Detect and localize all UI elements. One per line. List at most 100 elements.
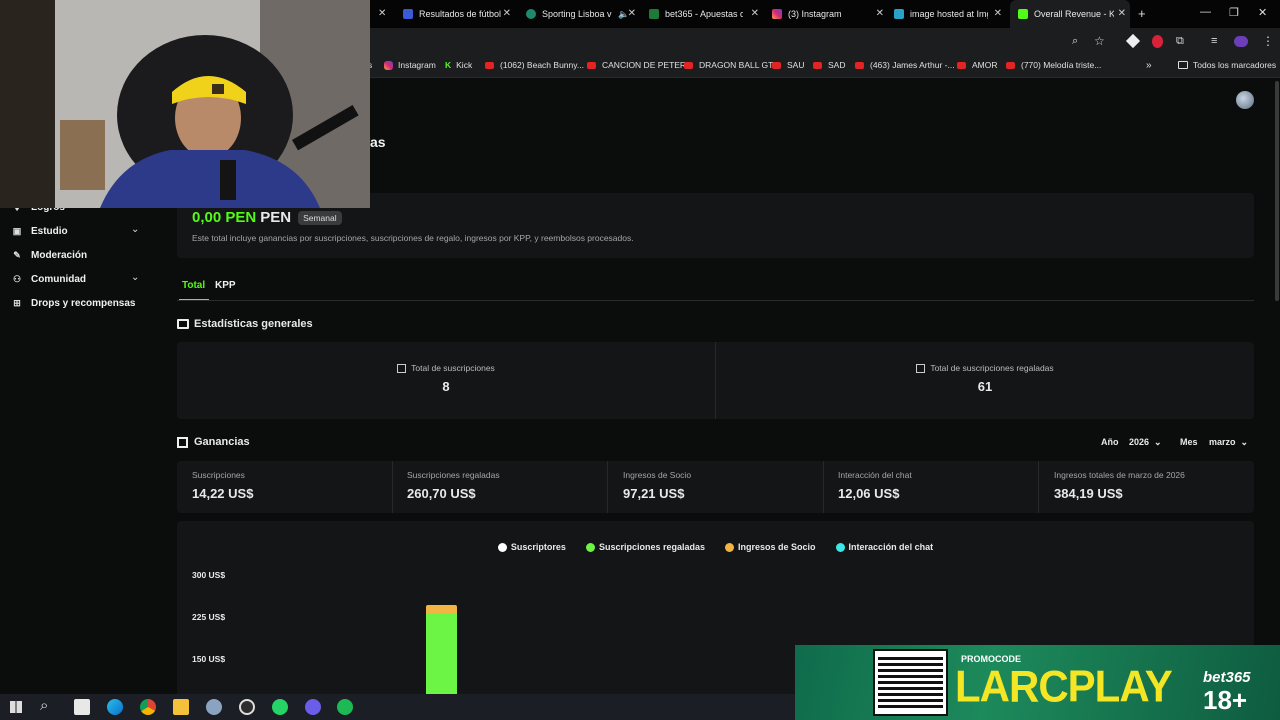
bookmark-youtube[interactable]: SAD <box>813 60 845 70</box>
close-icon[interactable]: ✕ <box>876 8 884 19</box>
chevron-down-icon[interactable]: ⌄ <box>131 272 139 283</box>
stat-total-gifted-subscriptions: Total de suscripciones regaladas 61 <box>716 363 1254 394</box>
legend-item-chat[interactable]: Interacción del chat <box>835 542 933 552</box>
bookmark-youtube[interactable]: AMOR <box>957 60 998 70</box>
tab-label: (3) Instagram <box>788 9 842 19</box>
media-control-icon[interactable]: ≡ <box>1211 35 1217 47</box>
legend-item-regaladas[interactable]: Suscripciones regaladas <box>585 542 705 552</box>
bar-segment-socio[interactable] <box>426 605 457 613</box>
tab-bet365[interactable]: bet365 - Apuestas de ✕ <box>643 0 763 28</box>
store-icon[interactable] <box>74 699 90 715</box>
scrollbar-thumb[interactable] <box>1275 81 1279 301</box>
chevron-down-icon: ⌄ <box>1154 437 1162 447</box>
stats-icon <box>177 319 189 329</box>
tab-overall-revenue[interactable]: Overall Revenue - Ki ✕ <box>1010 0 1130 28</box>
window-close-icon[interactable]: ✕ <box>1258 6 1267 19</box>
app-icon[interactable] <box>206 699 222 715</box>
whatsapp-icon[interactable] <box>272 699 288 715</box>
tab-resultados[interactable]: Resultados de fútbol ✕ <box>395 0 515 28</box>
chevron-down-icon[interactable]: ⌄ <box>131 224 139 235</box>
tab-favicon-icon <box>403 9 413 19</box>
year-select[interactable]: 2026 ⌄ <box>1129 437 1162 448</box>
sidebar-item-drops[interactable]: ⊞ Drops y recompensas <box>12 298 135 309</box>
bookmark-star-icon[interactable]: ☆ <box>1094 34 1105 48</box>
tab-label: bet365 - Apuestas de <box>665 9 743 19</box>
discord-icon[interactable] <box>305 699 321 715</box>
obs-icon[interactable] <box>239 699 255 715</box>
zoom-icon[interactable]: ⌕ <box>1072 35 1078 48</box>
folder-icon <box>1178 61 1188 69</box>
bookmark-youtube[interactable]: CANCION DE PETER <box>587 60 686 70</box>
bookmark-youtube[interactable]: (463) James Arthur -... <box>855 60 955 70</box>
currency-label: PEN <box>260 209 292 226</box>
bar-segment-regaladas[interactable] <box>426 613 457 701</box>
windows-start-icon[interactable] <box>10 701 22 713</box>
bookmark-youtube[interactable]: (770) Melodía triste... <box>1006 60 1101 70</box>
tab-sporting[interactable]: Sporting Lisboa v 🔈 ✕ <box>518 0 640 28</box>
extension-shield-icon[interactable] <box>1152 35 1163 48</box>
legend-item-socio[interactable]: Ingresos de Socio <box>725 542 816 552</box>
legend-swatch <box>585 542 595 552</box>
browser-menu-icon[interactable]: ⋮ <box>1262 34 1274 48</box>
community-icon: ⚇ <box>12 274 22 284</box>
sidebar-item-comunidad[interactable]: ⚇ Comunidad <box>12 274 86 285</box>
tab-kpp[interactable]: KPP <box>215 280 236 291</box>
youtube-icon <box>485 61 494 69</box>
page-title: as <box>370 134 386 150</box>
legend-swatch <box>497 542 507 552</box>
sidebar-item-estudio[interactable]: ▣ Estudio <box>12 226 68 237</box>
bookmark-instagram[interactable]: Instagram <box>384 60 436 70</box>
user-avatar[interactable] <box>1236 91 1254 109</box>
tab-imgur[interactable]: image hosted at Img ✕ <box>890 0 1006 28</box>
close-icon[interactable]: ✕ <box>628 8 636 19</box>
month-select[interactable]: marzo ⌄ <box>1209 437 1248 448</box>
age-badge: 18+ <box>1203 685 1248 715</box>
youtube-icon <box>1006 61 1015 69</box>
extension-icon[interactable] <box>1125 33 1141 49</box>
close-icon[interactable]: ✕ <box>503 8 511 19</box>
promo-banner: PROMOCODE LARCPLAY bet365 18+ <box>795 645 1280 720</box>
edge-icon[interactable] <box>107 699 123 715</box>
youtube-icon <box>684 61 693 69</box>
restore-icon[interactable]: ❐ <box>1229 6 1239 19</box>
minimize-icon[interactable]: — <box>1200 6 1211 18</box>
bookmark-youtube[interactable]: DRAGON BALL GT <box>684 60 773 70</box>
tab-total[interactable]: Total <box>182 280 205 291</box>
chrome-icon[interactable] <box>140 699 156 715</box>
spotify-icon[interactable] <box>337 699 353 715</box>
earnings-gifted-subscriptions: Suscripciones regaladas 260,70 US$ <box>407 470 500 501</box>
all-bookmarks-folder[interactable]: Todos los marcadores <box>1178 60 1276 70</box>
file-explorer-icon[interactable] <box>173 699 189 715</box>
weekly-total-amount: 0,00 PEN <box>192 209 257 226</box>
extensions-puzzle-icon[interactable]: ⧉ <box>1176 35 1184 48</box>
more-bookmarks-icon[interactable]: » <box>1146 60 1152 71</box>
wrench-icon: ✎ <box>13 250 21 260</box>
stat-total-subscriptions: Total de suscripciones 8 <box>177 363 715 394</box>
profile-avatar-icon[interactable] <box>1234 36 1248 47</box>
close-icon[interactable]: ✕ <box>378 8 386 19</box>
close-icon[interactable]: ✕ <box>994 8 1002 19</box>
legend-item-suscriptores[interactable]: Suscriptores <box>497 542 566 552</box>
bookmark-kick[interactable]: K Kick <box>445 60 472 70</box>
bar-chart-icon <box>397 363 407 373</box>
card-divider <box>607 461 608 513</box>
close-icon[interactable]: ✕ <box>751 8 759 19</box>
tab-favicon-icon <box>526 9 536 19</box>
bookmark-youtube[interactable]: SAU <box>772 60 804 70</box>
period-badge[interactable]: Semanal <box>298 210 342 225</box>
legend-swatch <box>725 542 735 552</box>
tab-favicon-icon <box>649 9 659 19</box>
sidebar-item-moderacion[interactable]: ✎ Moderación <box>12 250 87 261</box>
tab-label: image hosted at Img <box>910 9 988 19</box>
year-label: Año <box>1101 437 1119 447</box>
earnings-heading: Ganancias <box>177 436 250 448</box>
youtube-icon <box>855 61 864 69</box>
bookmark-youtube[interactable]: (1062) Beach Bunny... <box>485 60 584 70</box>
new-tab-icon[interactable]: + <box>1138 6 1146 21</box>
close-icon[interactable]: ✕ <box>1118 8 1126 19</box>
tab-instagram[interactable]: (3) Instagram ✕ <box>768 0 888 28</box>
tabs-divider <box>177 300 1254 301</box>
search-icon[interactable]: ⌕ <box>40 697 48 714</box>
youtube-icon <box>957 61 966 69</box>
kick-favicon-icon <box>1018 9 1028 19</box>
